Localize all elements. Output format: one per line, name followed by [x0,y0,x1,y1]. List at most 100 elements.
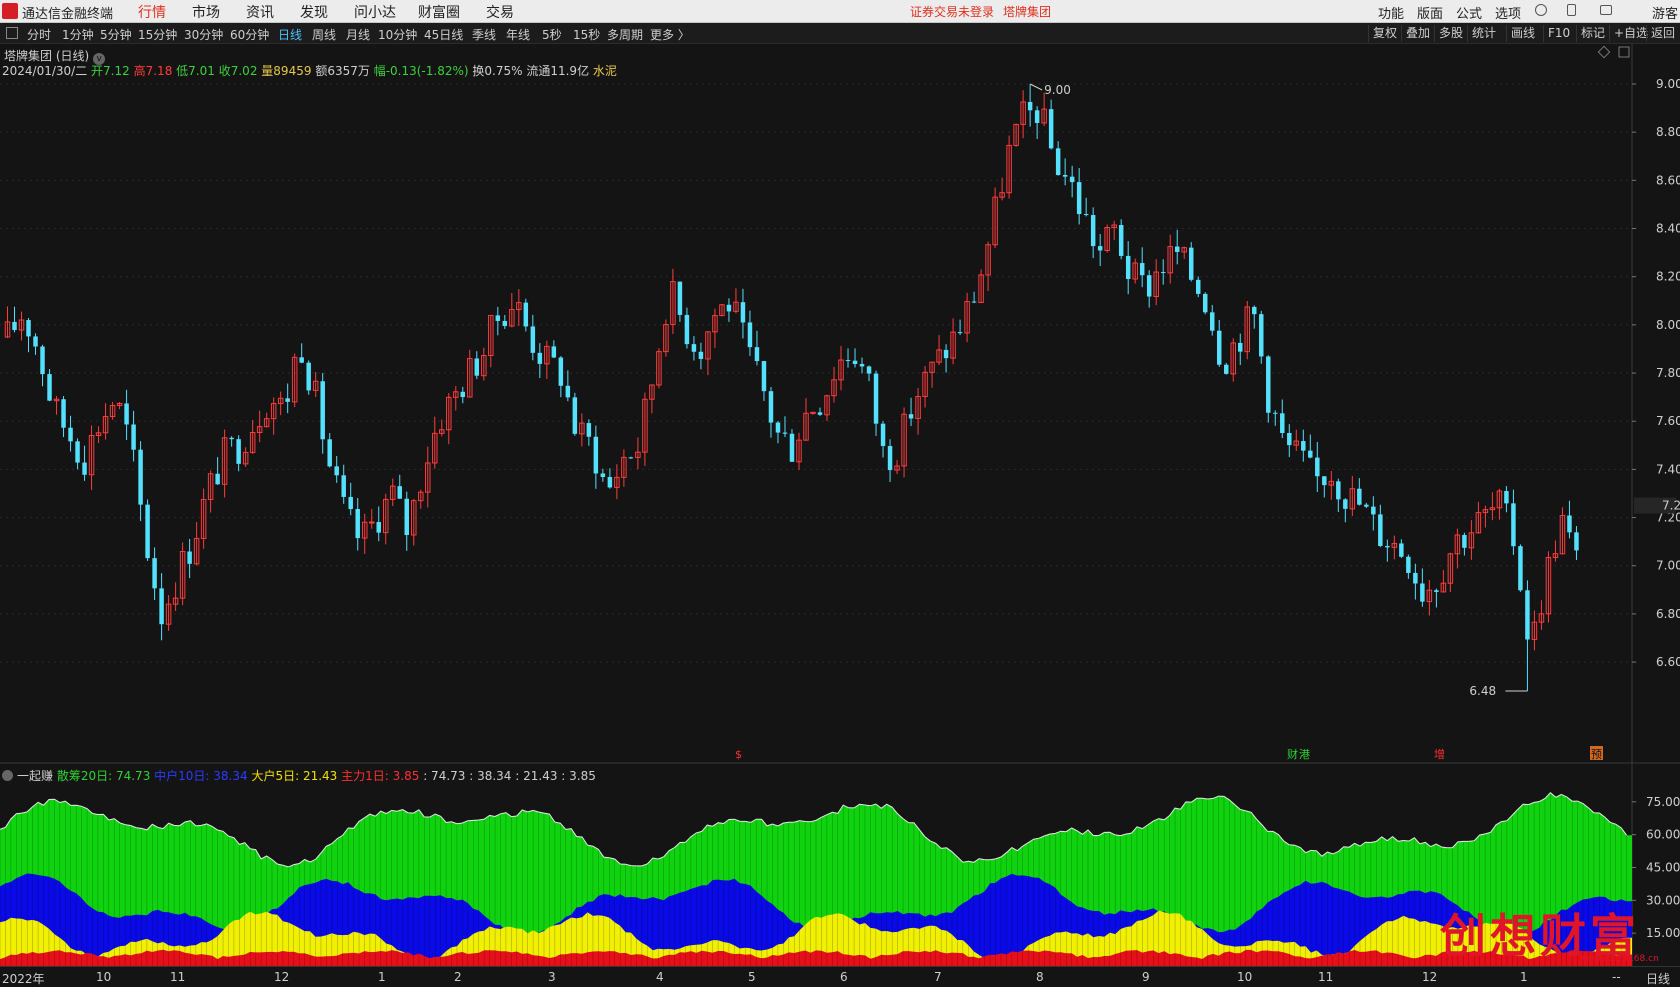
price-tick-label: 8.00 [1656,318,1680,332]
time-axis-label: 6 [840,970,848,984]
candle-body [852,360,858,365]
event-marker: 增 [1434,747,1445,761]
btn-diejia[interactable]: 叠加 [1401,25,1434,42]
event-marker: 预 [1591,748,1602,761]
candle-body [761,361,767,392]
period-45day[interactable]: 45日线 [424,26,463,43]
candle-body [61,399,66,428]
menu-gongneng[interactable]: 功能 [1378,3,1404,22]
candle-body [26,320,31,337]
candle-body [1504,491,1509,504]
period-monthly[interactable]: 月线 [346,26,370,43]
menu-shichang[interactable]: 市场 [192,2,220,22]
candle-body [1567,515,1572,533]
legend-values: : 74.73 : 38.34 : 21.43 : 3.85 [423,769,596,783]
info-open: 开7.12 [91,64,130,78]
btn-fuquan[interactable]: 复权 [1368,25,1401,42]
candle-body [341,475,346,497]
menu-caifuquan[interactable]: 财富圈 [418,2,460,22]
menu-gongshi[interactable]: 公式 [1456,3,1482,22]
candlestick-chart[interactable]: 9.008.808.608.408.208.007.807.607.407.20… [0,44,1680,764]
indicator-chart[interactable]: 75.00 60.00 45.00 30.00 15.00 [0,764,1680,966]
period-more[interactable]: 更多 〉 [650,26,690,43]
candle-body [236,439,241,464]
login-warning[interactable]: 证券交易未登录 [910,3,994,20]
candle-body [747,322,753,348]
candle-body [82,462,87,475]
btn-tongji[interactable]: 统计 [1467,25,1500,42]
candle-body [1518,546,1523,591]
candle-body [775,422,781,433]
btn-fanhui[interactable]: 返回 [1646,25,1679,42]
period-5sec[interactable]: 5秒 [542,26,562,43]
candle-body [754,347,760,362]
indicator-name[interactable]: 一起赚 [17,769,53,783]
period-1min[interactable]: 1分钟 [62,26,94,43]
candle-body [1252,306,1257,315]
menu-wenxiaoda[interactable]: 问小达 [354,2,396,22]
min-price-label: 6.48 [1469,684,1496,698]
menu-jiaoyi[interactable]: 交易 [486,2,514,22]
menu-faxian[interactable]: 发现 [300,2,328,22]
time-axis-label: 9 [1142,970,1150,984]
mail-icon[interactable] [1600,5,1612,15]
period-10min[interactable]: 10分钟 [378,26,417,43]
indicator-tick-label: 60.00 [1646,828,1680,842]
period-30min[interactable]: 30分钟 [184,26,223,43]
user-label[interactable]: 游客 [1652,3,1678,22]
indicator-tick-label: 15.00 [1646,926,1680,940]
period-fenshi[interactable]: 分时 [27,26,51,43]
candle-body [845,360,851,362]
info-close: 收7.02 [218,64,258,78]
btn-duogu[interactable]: 多股 [1434,25,1467,42]
btn-f10[interactable]: F10 [1543,25,1574,42]
candle-body [75,441,80,463]
time-axis-scroll[interactable]: -- [1612,970,1621,984]
candle-body [145,504,150,559]
period-5min[interactable]: 5分钟 [100,26,132,43]
period-daily[interactable]: 日线 [278,26,302,43]
period-quarterly[interactable]: 季线 [472,26,496,43]
candle-body [397,486,402,499]
btn-huaxian[interactable]: 画线 [1506,25,1539,42]
candle-body [1195,279,1201,294]
indicator-tick-label: 30.00 [1646,893,1680,907]
candle-body [971,301,977,303]
period-weekly[interactable]: 周线 [312,26,336,43]
candle-body [943,349,949,359]
candle-body [873,373,879,424]
candle-body [502,320,508,327]
menu-banmian[interactable]: 版面 [1417,3,1443,22]
menu-zixun[interactable]: 资讯 [246,2,274,22]
candle-body [355,509,360,539]
indicator-menu-icon[interactable] [2,770,13,781]
candle-body [1209,312,1215,331]
candle-body [1174,246,1180,252]
candle-body [187,551,192,564]
phone-icon[interactable] [1567,4,1576,16]
period-multi[interactable]: 多周期 [607,26,643,43]
menu-xuanxiang[interactable]: 选项 [1495,3,1521,22]
time-axis-label: 11 [170,970,186,984]
info-low: 低7.01 [176,64,215,78]
period-yearly[interactable]: 年线 [506,26,530,43]
panel-toggle-icon[interactable] [6,27,18,39]
menu-hangqing[interactable]: 行情 [138,2,166,22]
top-menu-bar: 通达信金融终端 行情 市场 资讯 发现 问小达 财富圈 交易 证券交易未登录 塔… [0,0,1680,23]
refresh-icon[interactable] [1535,4,1547,16]
time-axis-label: 3 [548,970,556,984]
btn-biaoji[interactable]: 标记 [1576,25,1609,42]
candle-body [159,588,164,625]
period-15min[interactable]: 15分钟 [138,26,177,43]
period-15sec[interactable]: 15秒 [573,26,600,43]
candle-body [1146,275,1152,297]
time-axis-label: 10 [96,970,112,984]
info-volume: 量89459 [261,64,312,78]
time-axis-period[interactable]: 日线 [1646,970,1670,987]
info-sector[interactable]: 水泥 [593,64,617,78]
candle-body [131,424,136,450]
period-60min[interactable]: 60分钟 [230,26,269,43]
candle-body [12,321,17,331]
candle-body [677,281,683,315]
legend-sanchou: 散筹20日: 74.73 [56,769,151,783]
